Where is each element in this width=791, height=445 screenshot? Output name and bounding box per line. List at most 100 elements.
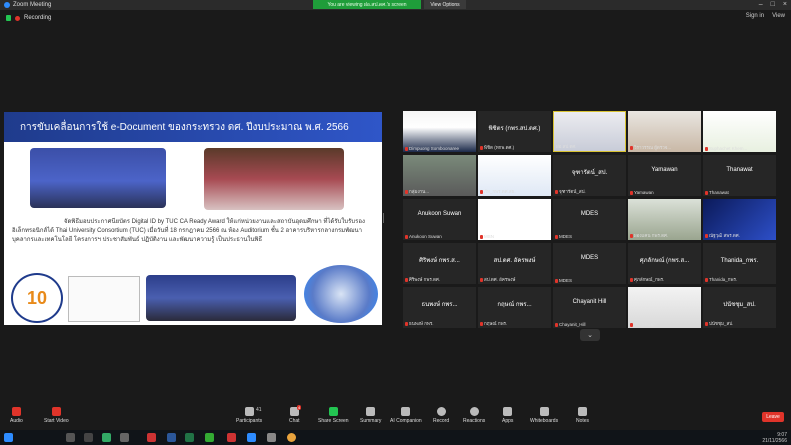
slide-title: การขับเคลื่อนการใช้ e-Document ของกระทรว… <box>4 112 382 142</box>
tuc-logo: 10 <box>11 273 63 323</box>
participant-tile[interactable]: ณัฐวุฒิ สพร.ดศ. <box>703 199 776 240</box>
taskbar-app-icon[interactable] <box>205 433 214 442</box>
reactions-button[interactable]: Reactions <box>463 407 485 424</box>
whiteboards-button[interactable]: Whiteboards <box>530 407 558 424</box>
participant-name-label: ศิริพงษ์ กพร.ดศ. <box>405 276 440 283</box>
taskbar-app-icon[interactable] <box>120 433 129 442</box>
sign-in-link[interactable]: Sign in <box>746 13 764 19</box>
participant-tile[interactable]: Anukoon Suwan Anukoon Suwan <box>403 199 476 240</box>
participant-tile[interactable]: พิชิตร (กพร.สป.ดศ.) พิชิต (ทกพ.ดศ.) <box>478 111 551 152</box>
taskbar-app-icon[interactable] <box>66 433 75 442</box>
taskbar-app-icon[interactable] <box>147 433 156 442</box>
participant-name-text: สป.ดศ. อัครพงษ์ <box>484 277 516 282</box>
notes-icon <box>578 407 588 416</box>
summary-button[interactable]: Summary <box>360 407 381 424</box>
taskbar-app-icon[interactable] <box>167 433 176 442</box>
participant-tile[interactable]: Siri Suwan <box>628 287 701 328</box>
chevron-down-icon[interactable]: ⌄ <box>580 329 600 341</box>
taskbar-chrome-icon[interactable] <box>287 433 296 442</box>
slide-photo-stage <box>30 148 166 208</box>
notes-button[interactable]: Notes <box>576 407 589 424</box>
microphone-muted-icon <box>705 277 708 282</box>
record-label: Record <box>433 418 450 424</box>
view-menu-button[interactable]: View <box>772 13 785 19</box>
taskbar-zoom-icon[interactable] <box>247 433 256 442</box>
participant-display-name: จุฑารัตน์_สป. <box>571 170 608 176</box>
participant-tile[interactable]: Dimpuong Somboonaree <box>403 111 476 152</box>
participant-display-name: พิชิตร (กพร.สป.ดศ.) <box>488 126 541 132</box>
participant-tile[interactable]: Thanida_กพร. Thanida_กพร. <box>703 243 776 284</box>
windows-start-icon[interactable] <box>4 433 13 442</box>
apps-button[interactable]: Apps <box>502 407 513 424</box>
participant-tile[interactable]: ภัท_กพร.ดศ.สธ. <box>478 155 551 196</box>
microphone-muted-icon <box>405 321 408 326</box>
apps-icon <box>503 407 513 416</box>
maximize-icon[interactable]: □ <box>771 1 775 8</box>
participant-tile[interactable]: ศุภลักษณ์ (กพร.ส... ศุภลักษณ์_กพร. <box>628 243 701 284</box>
taskbar-app-icon[interactable] <box>267 433 276 442</box>
participant-tile[interactable]: ฝอ.สป.ดศ. <box>553 111 626 152</box>
participant-tile[interactable]: กลุ่มงาน... <box>403 155 476 196</box>
view-options-button[interactable]: View Options <box>424 0 466 9</box>
participant-tile[interactable]: สป.ดศ. อัครพงษ์ สป.ดศ. อัครพงษ์ <box>478 243 551 284</box>
participants-count: 41 <box>256 407 262 413</box>
participant-tile[interactable]: ปนัชชุม_สป. ปนัชชุม_สป. <box>703 287 776 328</box>
participant-name-text: กลุ่มงาน... <box>409 189 429 194</box>
participant-tile[interactable]: จุฑารัตน์_สป. จุฑารัตน์_สป. <box>553 155 626 196</box>
participant-display-name: Thanida_กพร. <box>720 258 759 264</box>
participant-tile[interactable]: MDES MDES <box>553 199 626 240</box>
audio-button[interactable]: Audio <box>10 407 23 424</box>
close-icon[interactable]: × <box>783 1 787 8</box>
taskbar-app-icon[interactable] <box>102 433 111 442</box>
slide-photo-handshake <box>304 265 378 323</box>
participant-tile[interactable]: Yamawan Yamawan <box>628 155 701 196</box>
participant-name-text: ณัฐวุฒิ สพร.ดศ. <box>709 233 740 238</box>
taskbar-app-icon[interactable] <box>84 433 93 442</box>
participant-tile[interactable]: MSN <box>478 199 551 240</box>
participant-name-label: ผองแคน กพร.ดศ. <box>630 232 668 239</box>
participant-tile[interactable]: Thanawat Thanawat <box>703 155 776 196</box>
taskbar-app-icon[interactable] <box>185 433 194 442</box>
participant-name-label: จุฑารัตน์_สป. <box>555 188 586 195</box>
taskbar-app-icon[interactable] <box>227 433 236 442</box>
participant-name-text: Yamawan <box>634 190 654 195</box>
participant-tile[interactable]: Chayanit Hill Chayanit_Hill <box>553 287 626 328</box>
minimize-icon[interactable]: – <box>759 1 763 8</box>
video-off-icon <box>51 407 61 416</box>
participant-name-label: Thanida_กพร. <box>705 276 737 283</box>
participant-name-label: ธนพงษ์ กพร. <box>405 320 434 327</box>
participant-tile[interactable]: ศิริพงษ์ กพร.ส... ศิริพงษ์ กพร.ดศ. <box>403 243 476 284</box>
split-divider-handle[interactable] <box>383 213 384 223</box>
microphone-muted-icon <box>630 233 633 238</box>
participant-display-name: สป.ดศ. อัครพงษ์ <box>493 258 536 264</box>
participant-name-label: Anukoon Suwan <box>405 234 442 239</box>
participant-tile[interactable]: ธนพงษ์ กพร... ธนพงษ์ กพร. <box>403 287 476 328</box>
start-video-button[interactable]: Start Video <box>44 407 69 424</box>
record-button[interactable]: Record <box>433 407 449 424</box>
participant-name-label: พิชิต (ทกพ.ดศ.) <box>480 144 514 151</box>
participant-name-text: Thanida_กพร. <box>709 277 738 282</box>
participant-tile[interactable]: วิราวรรณ ผู้ตรวจ... <box>628 111 701 152</box>
system-clock[interactable]: 9:07 21/11/2566 <box>762 432 787 444</box>
participant-name-text: ปนัชชุม_สป. <box>709 321 734 326</box>
participant-tile[interactable]: ผองแคน กพร.ดศ. <box>628 199 701 240</box>
ai-companion-button[interactable]: AI Companion <box>390 407 422 424</box>
participant-display-name: Yamawan <box>651 167 678 173</box>
participant-name-label: ภัท_กพร.ดศ.สธ. <box>480 188 516 195</box>
participant-tile[interactable]: MDES MDES <box>553 243 626 284</box>
participant-name-text: ภัท_กพร.ดศ.สธ. <box>484 189 516 194</box>
chat-badge: 4 <box>297 405 302 410</box>
recording-label[interactable]: Recording <box>24 15 51 21</box>
slide-photo-group <box>204 148 344 210</box>
share-screen-button[interactable]: Share Screen <box>318 407 349 424</box>
microphone-muted-icon <box>555 189 558 194</box>
participant-tile[interactable]: กฤษณ์ กพร... กฤษณ์ กพร. <box>478 287 551 328</box>
microphone-muted-icon <box>555 234 558 239</box>
participant-name-label: MDES <box>555 234 572 239</box>
participant-name-label: กลุ่มงาน... <box>405 188 429 195</box>
security-shield-icon[interactable] <box>6 15 11 21</box>
logo-number: 10 <box>26 287 48 308</box>
participant-tile[interactable]: Suphachet Khem... <box>703 111 776 152</box>
leave-button[interactable]: Leave <box>762 412 784 422</box>
whiteboards-label: Whiteboards <box>530 418 559 424</box>
